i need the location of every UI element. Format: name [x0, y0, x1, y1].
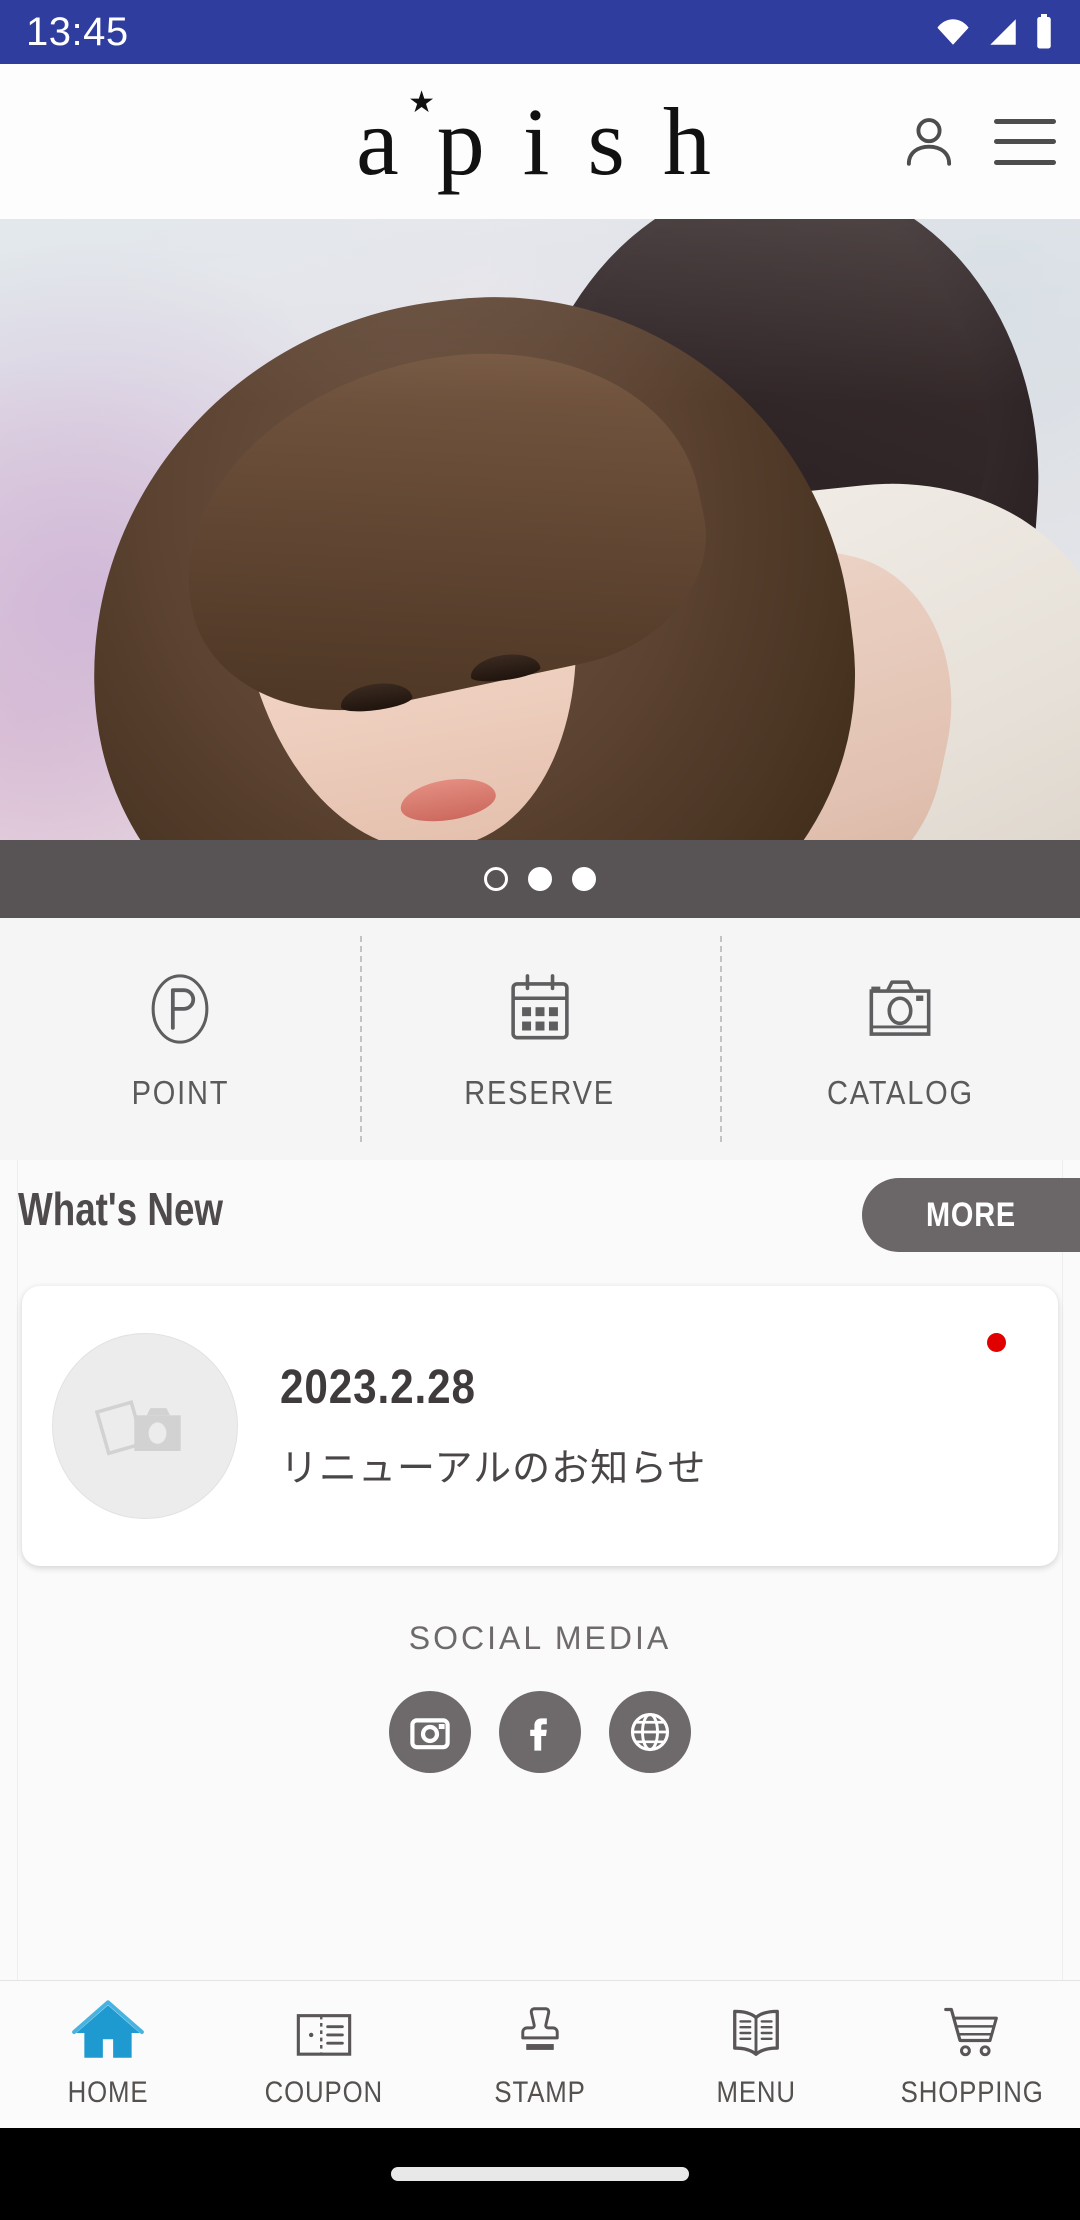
quick-action-catalog[interactable]: CATALOG: [720, 918, 1080, 1160]
app-header: ★ a p i s h: [0, 64, 1080, 219]
news-unread-badge: [987, 1333, 1006, 1352]
content-edge-right: [1062, 1160, 1063, 2020]
camera-icon: [869, 980, 931, 1036]
social-link-instagram[interactable]: [389, 1691, 471, 1773]
header-actions: [898, 64, 1056, 219]
whats-new-more-button[interactable]: MORE: [862, 1178, 1080, 1252]
shopping-cart-icon: [944, 2007, 998, 2056]
gesture-handle[interactable]: [391, 2167, 689, 2181]
whats-new-title: What's New: [18, 1183, 224, 1235]
nav-icon-coupon-wrap: [286, 2000, 362, 2062]
quick-action-point-label: POINT: [131, 1074, 229, 1111]
cellular-signal-icon: [990, 19, 1016, 45]
quick-actions-row: POINT RESERVE CATALOG: [0, 918, 1080, 1160]
carousel-indicator-bar: [0, 840, 1080, 918]
brand-logo[interactable]: ★ a p i s h: [356, 87, 724, 190]
hamburger-menu-icon: [994, 118, 1056, 165]
nav-icon-home-wrap: [70, 1999, 146, 2062]
nav-item-shopping[interactable]: SHOPPING: [864, 1981, 1080, 2128]
account-button[interactable]: [898, 111, 960, 173]
bottom-navigation-bar: HOME COUPON STAMP MENU SHOPPING: [0, 1980, 1080, 2128]
calendar-icon: [511, 974, 569, 1040]
status-icons: [934, 14, 1054, 50]
content-edge-left: [17, 1160, 18, 2020]
instagram-icon: [410, 1718, 450, 1750]
menu-button[interactable]: [994, 111, 1056, 173]
facebook-icon: [530, 1718, 547, 1751]
nav-icon-shopping-wrap: [934, 2000, 1010, 2062]
quick-action-catalog-label: CATALOG: [826, 1074, 974, 1111]
wifi-icon: [937, 19, 969, 45]
social-link-facebook[interactable]: [499, 1691, 581, 1773]
quick-action-reserve[interactable]: RESERVE: [360, 918, 720, 1160]
social-media-title: SOCIAL MEDIA: [408, 1620, 672, 1656]
social-link-website[interactable]: [609, 1691, 691, 1773]
nav-item-stamp[interactable]: STAMP: [432, 1981, 648, 2128]
social-media-links: [389, 1691, 691, 1773]
status-time: 13:45: [26, 9, 129, 54]
nav-label-home: HOME: [67, 2075, 149, 2109]
nav-label-coupon: COUPON: [264, 2075, 384, 2109]
news-thumbnail: [52, 1333, 238, 1519]
logo-star-icon: ★: [408, 85, 436, 119]
home-icon: [72, 1999, 144, 2058]
photo-placeholder-icon: [95, 1400, 181, 1456]
point-p-circle-icon: [151, 974, 209, 1044]
news-text-block: 2023.2.28 リニューアルのお知らせ: [280, 1360, 706, 1492]
hero-artwork: [0, 219, 1080, 840]
nav-item-coupon[interactable]: COUPON: [216, 1981, 432, 2128]
stamp-icon: [521, 2006, 559, 2050]
nav-label-stamp: STAMP: [494, 2075, 586, 2109]
more-button-label: MORE: [925, 1195, 1017, 1234]
news-date: 2023.2.28: [280, 1361, 476, 1414]
person-icon: [906, 117, 952, 166]
coupon-ticket-icon: [296, 2013, 352, 2056]
news-card[interactable]: 2023.2.28 リニューアルのお知らせ: [22, 1286, 1058, 1566]
hero-carousel-image[interactable]: [0, 219, 1080, 840]
news-headline: リニューアルのお知らせ: [280, 1448, 707, 1490]
social-media-section: SOCIAL MEDIA: [0, 1620, 1080, 1880]
nav-label-menu: MENU: [716, 2075, 796, 2109]
nav-icon-stamp-wrap: [502, 2000, 578, 2062]
quick-action-reserve-label: RESERVE: [464, 1074, 616, 1111]
quick-action-point[interactable]: POINT: [0, 918, 360, 1160]
website-globe-icon: [630, 1712, 670, 1752]
battery-icon: [1037, 14, 1051, 49]
system-gesture-bar: [0, 2128, 1080, 2220]
carousel-dot-2[interactable]: [528, 867, 552, 891]
app-screen: 13:45 ★ a p i s h POINT RESERVE CATALOG …: [0, 0, 1080, 2220]
nav-icon-menu-wrap: [718, 2000, 794, 2062]
nav-item-home[interactable]: HOME: [0, 1981, 216, 2128]
open-book-icon: [733, 2009, 779, 2056]
nav-item-menu[interactable]: MENU: [648, 1981, 864, 2128]
carousel-dot-1[interactable]: [484, 867, 508, 891]
status-bar: 13:45: [0, 0, 1080, 64]
nav-label-shopping: SHOPPING: [900, 2075, 1044, 2109]
carousel-dot-3[interactable]: [572, 867, 596, 891]
